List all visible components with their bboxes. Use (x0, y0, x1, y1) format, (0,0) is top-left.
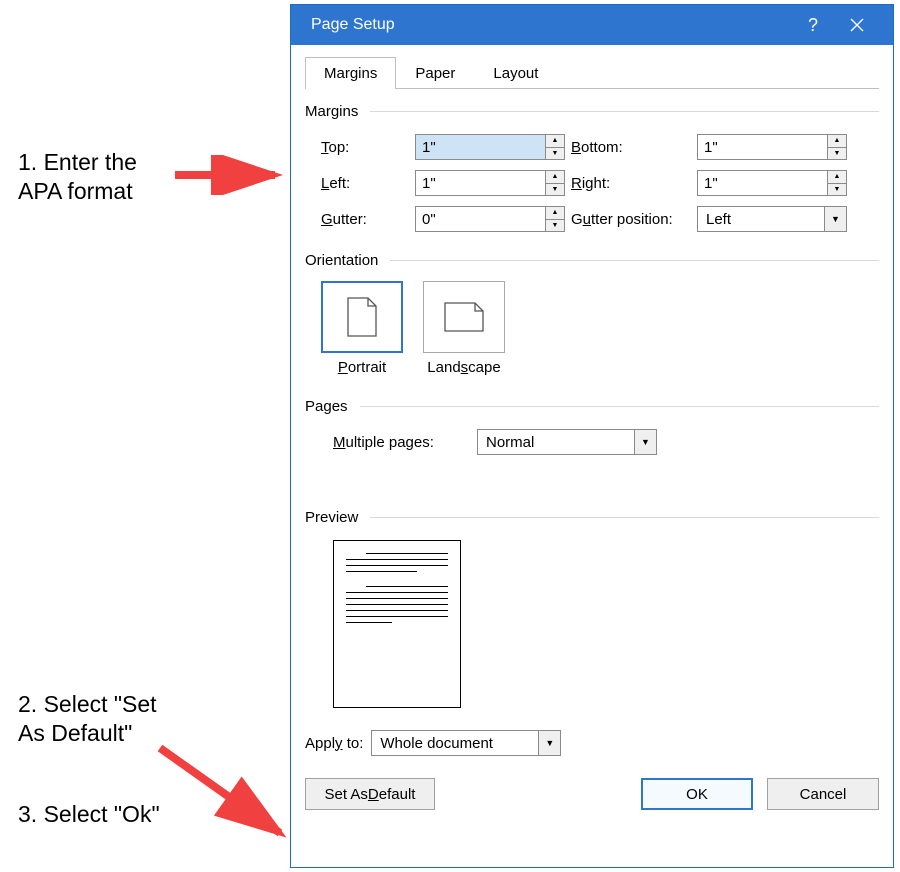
spin-up-icon[interactable]: ▲ (546, 171, 564, 184)
label-gutter-position: Gutter position: (571, 211, 691, 228)
portrait-icon (346, 296, 378, 338)
spin-down-icon[interactable]: ▼ (546, 184, 564, 196)
group-label-preview: Preview (305, 509, 879, 526)
gutter-field[interactable] (415, 206, 545, 232)
set-as-default-button[interactable]: Set As Default (305, 778, 435, 810)
label-bottom: Bottom: (571, 139, 691, 156)
spin-down-icon[interactable]: ▼ (546, 220, 564, 232)
spin-down-icon[interactable]: ▼ (546, 148, 564, 160)
gutter-position-select[interactable]: Left ▼ (697, 206, 847, 232)
margin-left-field[interactable] (415, 170, 545, 196)
orientation-landscape-label: Landscape (423, 359, 505, 376)
chevron-down-icon: ▼ (538, 731, 560, 755)
tab-margins[interactable]: Margins (305, 57, 396, 89)
dialog-title: Page Setup (311, 16, 395, 34)
margin-top-input[interactable]: ▲▼ (415, 134, 565, 160)
apply-to-value: Whole document (372, 731, 538, 755)
label-right: Right: (571, 175, 691, 192)
spin-up-icon[interactable]: ▲ (828, 171, 846, 184)
group-label-margins: Margins (305, 103, 879, 120)
margin-right-input[interactable]: ▲▼ (697, 170, 847, 196)
margin-right-field[interactable] (697, 170, 827, 196)
page-setup-dialog: Page Setup ? Margins Paper Layout Margin… (290, 4, 894, 868)
close-icon (850, 18, 864, 32)
titlebar: Page Setup ? (291, 5, 893, 45)
apply-to-select[interactable]: Whole document ▼ (371, 730, 561, 756)
annotation-step1: 1. Enter the APA format (18, 148, 137, 206)
label-gutter: Gutter: (321, 211, 409, 228)
margin-left-input[interactable]: ▲▼ (415, 170, 565, 196)
gutter-input[interactable]: ▲▼ (415, 206, 565, 232)
tab-paper[interactable]: Paper (396, 57, 474, 89)
gutter-position-value: Left (698, 207, 824, 231)
close-button[interactable] (835, 5, 879, 45)
label-top: Top: (321, 139, 409, 156)
multiple-pages-value: Normal (478, 430, 634, 454)
label-multiple-pages: Multiple pages: (333, 434, 463, 451)
chevron-down-icon: ▼ (824, 207, 846, 231)
margin-bottom-input[interactable]: ▲▼ (697, 134, 847, 160)
spin-down-icon[interactable]: ▼ (828, 184, 846, 196)
tab-layout[interactable]: Layout (474, 57, 557, 89)
label-apply-to: Apply to: (305, 735, 363, 752)
chevron-down-icon: ▼ (634, 430, 656, 454)
margin-bottom-field[interactable] (697, 134, 827, 160)
group-label-pages: Pages (305, 398, 879, 415)
spin-down-icon[interactable]: ▼ (828, 148, 846, 160)
orientation-landscape[interactable] (423, 281, 505, 353)
help-button[interactable]: ? (791, 5, 835, 45)
spin-up-icon[interactable]: ▲ (546, 135, 564, 148)
annotation-step3: 3. Select "Ok" (18, 800, 160, 829)
annotation-step2: 2. Select "Set As Default" (18, 690, 157, 748)
spin-up-icon[interactable]: ▲ (828, 135, 846, 148)
preview-thumbnail (333, 540, 461, 708)
multiple-pages-select[interactable]: Normal ▼ (477, 429, 657, 455)
arrow-step2 (150, 738, 300, 848)
orientation-portrait-label: Portrait (321, 359, 403, 376)
tab-strip: Margins Paper Layout (305, 57, 879, 89)
label-left: Left: (321, 175, 409, 192)
spin-up-icon[interactable]: ▲ (546, 207, 564, 220)
arrow-step1 (170, 155, 290, 195)
margin-top-field[interactable] (415, 134, 545, 160)
orientation-portrait[interactable] (321, 281, 403, 353)
cancel-button[interactable]: Cancel (767, 778, 879, 810)
landscape-icon (443, 301, 485, 333)
ok-button[interactable]: OK (641, 778, 753, 810)
group-label-orientation: Orientation (305, 252, 879, 269)
